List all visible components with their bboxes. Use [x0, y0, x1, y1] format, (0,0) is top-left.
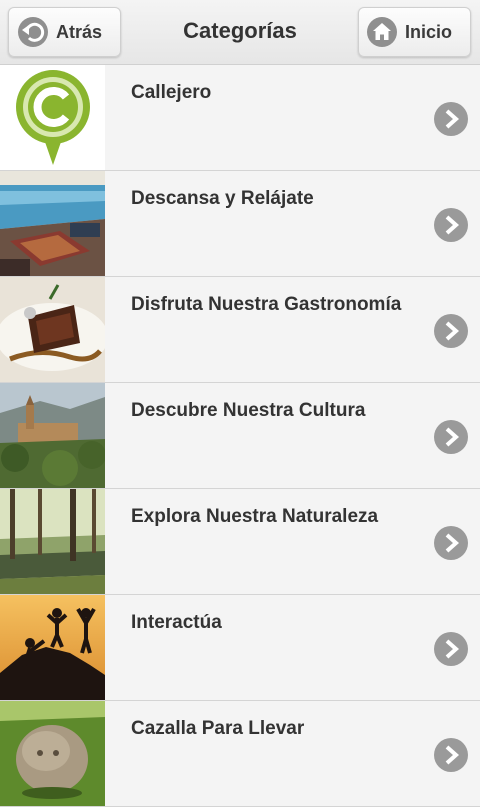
- chevron-right-icon[interactable]: [434, 632, 468, 666]
- chevron-right-icon[interactable]: [434, 208, 468, 242]
- stone-sculpture-photo: [0, 701, 105, 806]
- category-row-cultura[interactable]: Descubre Nuestra Cultura: [0, 383, 480, 489]
- callejero-logo: [0, 65, 105, 170]
- category-row-interactua[interactable]: Interactúa: [0, 595, 480, 701]
- category-label: Descubre Nuestra Cultura: [131, 400, 366, 421]
- chevron-right-icon[interactable]: [434, 102, 468, 136]
- category-row-cazalla[interactable]: Cazalla Para Llevar: [0, 701, 480, 807]
- category-label: Interactúa: [131, 612, 222, 633]
- back-arrow-icon: [18, 17, 48, 47]
- pool-terrace-photo: [0, 171, 105, 276]
- category-label: Disfruta Nuestra Gastronomía: [131, 294, 402, 315]
- chevron-right-icon[interactable]: [434, 738, 468, 772]
- chevron-right-icon[interactable]: [434, 314, 468, 348]
- category-label: Callejero: [131, 82, 212, 103]
- home-icon: [367, 17, 397, 47]
- category-row-descansa[interactable]: Descansa y Relájate: [0, 171, 480, 277]
- back-button[interactable]: Atrás: [8, 7, 121, 57]
- chevron-right-icon[interactable]: [434, 526, 468, 560]
- category-list: Callejero Descansa y Relájate Disfruta N…: [0, 65, 480, 807]
- forest-river-photo: [0, 489, 105, 594]
- back-label: Atrás: [56, 21, 103, 42]
- page-title: Categorías: [183, 18, 297, 43]
- category-row-naturaleza[interactable]: Explora Nuestra Naturaleza: [0, 489, 480, 595]
- category-row-callejero[interactable]: Callejero: [0, 65, 480, 171]
- category-label: Explora Nuestra Naturaleza: [131, 506, 379, 527]
- header-bar: Atrás Categorías Inicio: [0, 0, 480, 65]
- dish-photo: [0, 277, 105, 382]
- category-label: Cazalla Para Llevar: [131, 718, 305, 739]
- home-label: Inicio: [405, 21, 453, 42]
- category-row-gastronomia[interactable]: Disfruta Nuestra Gastronomía: [0, 277, 480, 383]
- chevron-right-icon[interactable]: [434, 420, 468, 454]
- category-label: Descansa y Relájate: [131, 188, 314, 209]
- climbers-silhouette-photo: [0, 595, 105, 700]
- home-button[interactable]: Inicio: [358, 7, 471, 57]
- monastery-photo: [0, 383, 105, 488]
